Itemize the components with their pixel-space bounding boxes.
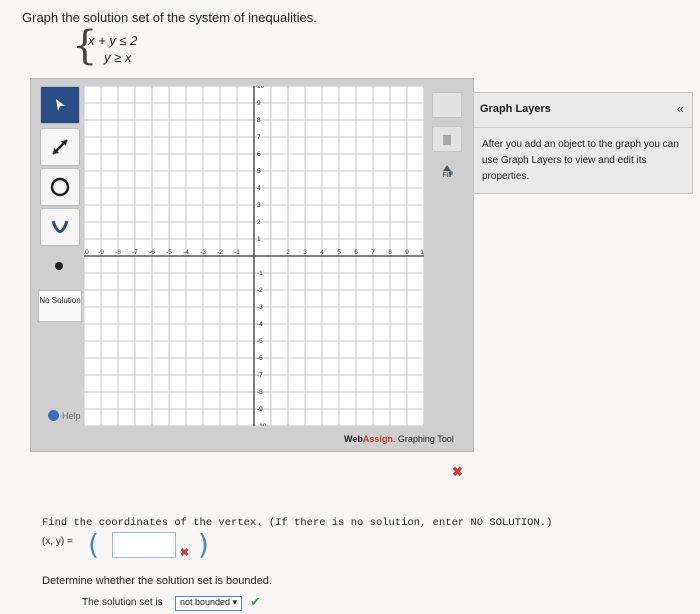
coordinate-grid[interactable]: -10 -9 -8 -7 -6 -5 -4 -3 -2 -1 2 3 4 5 6 7 8 9 10 10 9 8 7 6 5 4 3… [79, 83, 428, 430]
bounded-select[interactable]: not bounded ▾ [175, 596, 243, 611]
x-tick-label: -6 [149, 249, 155, 256]
point-tool-button[interactable] [40, 248, 78, 284]
pointer-icon [56, 99, 65, 111]
open-paren: ( [88, 528, 99, 561]
x-tick-label: 8 [388, 249, 392, 256]
bounded-prompt: Determine whether the solution set is bo… [42, 575, 272, 587]
x-tick-label: 9 [405, 249, 409, 256]
line-tool-button[interactable] [40, 128, 80, 166]
x-tick-label: 10 [420, 249, 424, 256]
inequality-2: y ≥ x [104, 50, 132, 65]
brand-tail: . Graphing Tool [392, 434, 454, 444]
x-tick-label: 5 [337, 249, 341, 256]
graph-area[interactable]: -10 -9 -8 -7 -6 -5 -4 -3 -2 -1 2 3 4 5 6 7 8 9 10 10 9 8 7 6 5 4 3… [79, 83, 428, 430]
graph-layers-title: Graph Layers [480, 103, 551, 115]
vertex-prompt: Find the coordinates of the vertex. (If … [42, 516, 552, 529]
x-tick-label: -10 [84, 249, 89, 256]
parabola-tool-button[interactable] [40, 208, 80, 246]
tool-palette: No Solution Help [38, 86, 82, 426]
y-tick-label: 4 [257, 185, 261, 192]
circle-icon [50, 177, 70, 197]
circle-tool-button[interactable] [40, 168, 80, 206]
y-tick-label: 1 [257, 236, 261, 243]
vertex-incorrect-mark: ✖ [180, 547, 190, 559]
question-text: Graph the solution set of the system of … [22, 10, 317, 25]
edit-palette: Fill [428, 86, 466, 216]
x-tick-label: -9 [98, 249, 104, 256]
pointer-tool-button[interactable] [40, 86, 80, 124]
y-tick-label: -5 [257, 338, 263, 345]
help-label: Help [62, 410, 81, 421]
y-tick-label: -8 [257, 389, 263, 396]
x-tick-label: -5 [166, 249, 172, 256]
parabola-icon [51, 220, 69, 233]
y-tick-label: 6 [257, 151, 261, 158]
y-tick-label: 8 [257, 117, 261, 124]
brand-prefix: Web [344, 434, 363, 444]
graph-layers-header: Graph Layers « [474, 93, 692, 128]
no-solution-button[interactable]: No Solution [38, 290, 82, 322]
vertex-input[interactable] [112, 532, 176, 558]
bounded-select-value: not bounded [180, 597, 231, 607]
y-tick-label: 9 [257, 100, 261, 107]
y-tick-label: -4 [257, 321, 263, 328]
vertex-prompt-text: Find the coordinates of the vertex. (If … [42, 517, 553, 529]
line-icon [52, 139, 68, 155]
fill-label[interactable]: Fill [432, 172, 462, 179]
y-tick-label: 5 [257, 168, 261, 175]
x-tick-label: 4 [320, 249, 324, 256]
graph-incorrect-mark: ✖ [452, 464, 463, 479]
y-tick-label: -6 [257, 355, 263, 362]
y-tick-label: -3 [257, 304, 263, 311]
chevron-down-icon: ▾ [232, 597, 238, 607]
y-tick-label: -10 [257, 423, 267, 426]
y-tick-label: 10 [257, 86, 265, 90]
x-tick-label: 2 [286, 249, 290, 256]
x-tick-label: -7 [132, 249, 138, 256]
x-tick-label: 7 [371, 249, 375, 256]
y-tick-label: -9 [257, 406, 263, 413]
x-tick-label: 6 [354, 249, 358, 256]
trash-icon [443, 135, 451, 145]
vertex-label: (x, y) = [42, 536, 73, 547]
brand-suffix: Assign [362, 434, 393, 444]
close-paren: ) [198, 528, 209, 561]
help-link[interactable]: Help [48, 410, 81, 421]
graph-layers-text: After you add an object to the graph you… [482, 139, 679, 182]
x-tick-label: -4 [183, 249, 189, 256]
webassign-brand: WebAssign. Graphing Tool [344, 434, 454, 444]
y-tick-label: 2 [257, 219, 261, 226]
undo-button[interactable] [432, 92, 462, 118]
x-tick-label: -8 [115, 249, 121, 256]
help-icon [48, 410, 59, 421]
bounded-correct-mark: ✔ [250, 594, 261, 609]
y-tick-label: 7 [257, 134, 261, 141]
graph-layers-panel: Graph Layers « After you add an object t… [473, 92, 693, 194]
bounded-label: The solution set is [82, 597, 163, 608]
y-tick-label: -2 [257, 287, 263, 294]
x-tick-label: -1 [234, 249, 240, 256]
delete-button[interactable] [432, 126, 462, 152]
point-icon [55, 262, 63, 270]
y-tick-label: 3 [257, 202, 261, 209]
y-tick-label: -7 [257, 372, 263, 379]
collapse-button[interactable]: « [677, 101, 684, 116]
x-tick-label: 3 [303, 249, 307, 256]
y-tick-label: -1 [257, 270, 263, 277]
inequality-1: x + y ≤ 2 [88, 33, 138, 48]
x-tick-label: -2 [217, 249, 223, 256]
x-tick-label: -3 [200, 249, 206, 256]
